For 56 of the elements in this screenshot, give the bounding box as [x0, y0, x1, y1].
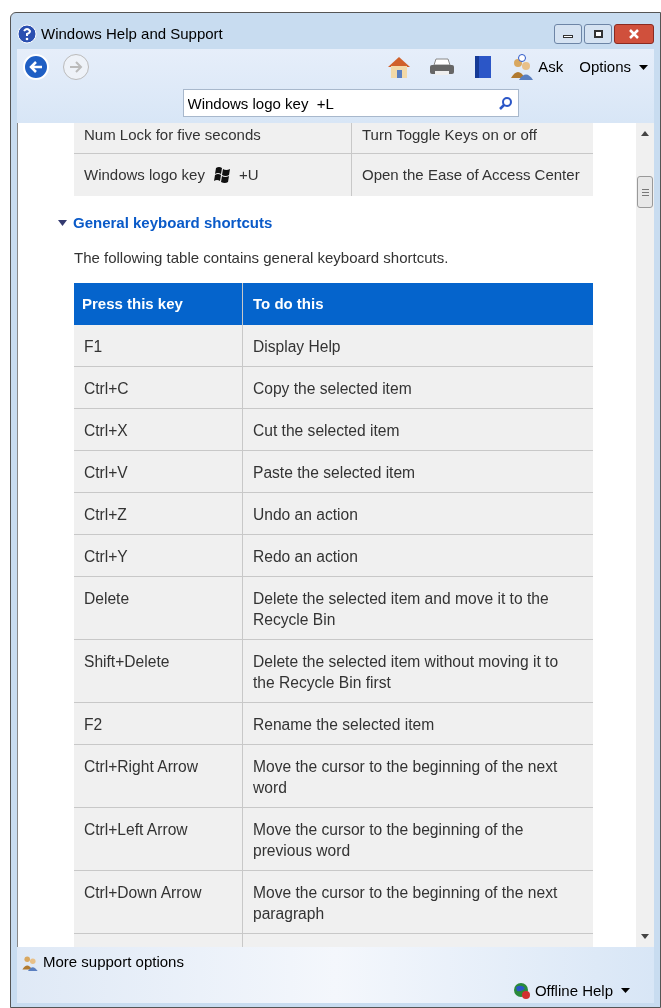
people-icon — [21, 953, 39, 972]
table-cell-text: Delete the selected item without moving it to the Recycle Bin first — [252, 652, 560, 693]
intro-text: The following table contains general keyboard shortcuts. — [74, 247, 450, 268]
back-button[interactable] — [23, 54, 49, 80]
close-button[interactable] — [614, 24, 654, 44]
table-cell-text: Copy the selected item — [252, 379, 413, 399]
table-cell-text: Open the Ease of Access Center — [361, 164, 581, 185]
globe-icon — [512, 981, 531, 1000]
help-icon — [17, 24, 37, 44]
table-cell: Delete — [74, 577, 243, 639]
table-cell: Windows logo key +U — [74, 154, 352, 196]
table-cell: Num Lock for five seconds — [74, 123, 352, 153]
table-cell-text: Delete the selected item and move it to the Recycle Bin — [252, 589, 550, 630]
printer-icon[interactable] — [428, 57, 457, 77]
table-cell: Shift+Delete — [74, 640, 243, 702]
people-icon — [510, 54, 535, 80]
ask-button[interactable]: Ask — [538, 55, 564, 79]
table-cell: F2 — [74, 703, 243, 744]
table-cell-text: Paste the selected item — [252, 463, 417, 483]
table-cell: Ctrl+X — [74, 409, 243, 450]
caret-icon — [639, 64, 648, 70]
table-cell-text: Undo an action — [252, 505, 359, 525]
table-cell: Ctrl+Y — [74, 535, 243, 576]
table-cell-text: Cut the selected item — [252, 421, 401, 441]
scroll-up-icon[interactable] — [641, 131, 649, 136]
table-cell-text: Rename the selected item — [252, 715, 436, 735]
table-cell: Ctrl+Down Arrow — [74, 871, 243, 933]
table-cell-text: Redo an action — [252, 547, 359, 567]
more-support-link[interactable]: More support options — [43, 951, 184, 974]
column-header: To do this — [252, 293, 325, 314]
table-cell: F1 — [74, 325, 243, 366]
close-icon — [628, 29, 640, 39]
forward-arrow-icon — [69, 61, 83, 73]
window-title: Windows Help and Support — [41, 23, 223, 44]
offline-help-button[interactable]: Offline Help — [534, 979, 630, 1002]
table-cell: Ctrl+C — [74, 367, 243, 408]
search-field[interactable]: Windows logo key +L — [182, 89, 519, 117]
table-cell-text: Turn Toggle Keys on or off — [361, 124, 538, 145]
section-heading[interactable]: General keyboard shortcuts — [58, 212, 273, 235]
table-cell: Ctrl+Z — [74, 493, 243, 534]
maximize-button[interactable] — [584, 24, 612, 44]
scroll-down-icon[interactable] — [641, 934, 649, 939]
table-cell: Ctrl+Left Arrow — [74, 808, 243, 870]
back-arrow-icon — [29, 61, 43, 73]
scrollbar-thumb[interactable] — [637, 176, 653, 208]
table-cell-text: Display Help — [252, 337, 342, 357]
table-cell-text: Move the cursor to the beginning of the next word — [252, 757, 559, 798]
table-cell: Ctrl+V — [74, 451, 243, 492]
table-cell-text: Move the cursor to the beginning of the next paragraph — [252, 883, 559, 924]
table-cell-text: Move the cursor to the beginning of the previous word — [252, 820, 525, 861]
minimize-button[interactable] — [554, 24, 582, 44]
windows-logo-icon — [212, 166, 233, 184]
table-cell: Ctrl+Right Arrow — [74, 745, 243, 807]
caret-icon — [621, 988, 630, 994]
options-button[interactable]: Options — [579, 55, 648, 79]
search-icon[interactable] — [498, 96, 513, 110]
